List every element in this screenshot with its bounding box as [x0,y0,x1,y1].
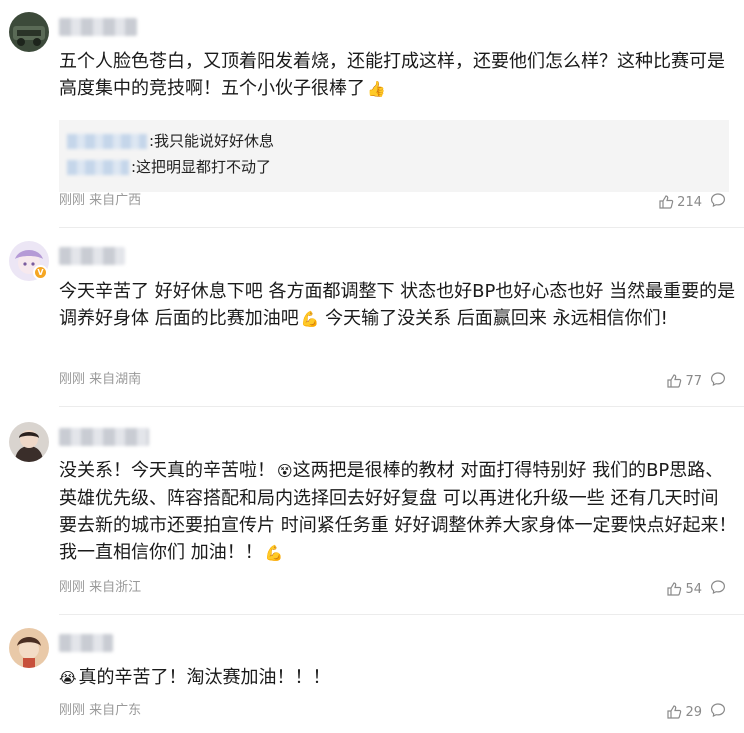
thumbs-up-icon [667,705,682,719]
like-count: 77 [685,373,702,389]
comment-text: 今天辛苦了 好好休息下吧 各方面都调整下 状态也好BP也好心态也好 当然最重要的… [59,281,736,329]
like-button[interactable]: 214 [658,194,702,210]
reply-text: :我只能说好好休息 [149,132,275,150]
thumbs-up-icon [659,195,674,209]
comment-feed: 五个人脸色苍白，又顶着阳发着烧，还能打成这样，还要他们怎么样？这种比赛可是高度集… [0,0,744,733]
username[interactable] [59,18,137,36]
comment-bubble-icon[interactable] [710,371,726,391]
comment-bubble-icon[interactable] [710,192,726,212]
reply-username[interactable] [67,133,147,149]
like-count: 214 [677,194,702,210]
comment-meta: 刚刚 来自广西 [59,193,141,209]
comment-meta: 刚刚 来自广东 [59,703,141,719]
reply-line[interactable]: :这把明显都打不动了 [67,155,271,179]
comment-bubble-icon[interactable] [710,702,726,722]
crying-face-emoji: 😭 [59,669,77,687]
comment-text: 五个人脸色苍白，又顶着阳发着烧，还能打成这样，还要他们怎么样？这种比赛可是高度集… [59,51,725,99]
comment-location: 来自浙江 [89,580,142,595]
thumbs-up-icon [667,374,682,388]
comment-actions: 54 [666,579,726,599]
comment-location: 来自广西 [89,193,142,208]
avatar[interactable] [9,628,49,668]
username[interactable] [59,428,149,446]
reply-username[interactable] [67,159,129,175]
comment-actions: 29 [666,702,726,722]
reply-line[interactable]: :我只能说好好休息 [67,129,274,153]
thumbs-up-emoji: 👍 [367,80,386,98]
comment-time: 刚刚 [59,372,86,387]
divider [59,614,744,615]
divider [59,227,744,228]
comment-meta: 刚刚 来自湖南 [59,372,141,388]
like-button[interactable]: 54 [666,581,702,597]
avatar[interactable] [9,12,49,52]
comment-text: 😭 真的辛苦了！淘汰赛加油！！！ [59,667,331,688]
like-button[interactable]: 29 [666,704,702,720]
flexed-biceps-emoji: 💪 [264,544,284,562]
comment-meta: 刚刚 来自浙江 [59,580,141,596]
like-count: 29 [685,704,702,720]
username[interactable] [59,247,125,265]
comment-time: 刚刚 [59,703,86,718]
reply-preview[interactable]: :我只能说好好休息 :这把明显都打不动了 [59,120,729,192]
comment-location: 来自湖南 [89,372,142,387]
flexed-biceps-emoji: 💪 [300,310,320,328]
comment-time: 刚刚 [59,580,86,595]
avatar[interactable] [9,422,49,462]
comment-time: 刚刚 [59,193,86,208]
like-count: 54 [685,581,702,597]
username[interactable] [59,634,113,652]
verified-badge-icon: V [33,265,48,280]
comment-bubble-icon[interactable] [710,579,726,599]
comment-text: 没关系！今天真的辛苦啦！ 😵这两把是很棒的教材 对面打得特别好 我们的BP思路、英… [59,460,737,563]
comment-actions: 214 [658,192,726,212]
comment-location: 来自广东 [89,703,142,718]
comment-actions: 77 [666,371,726,391]
reply-text: :这把明显都打不动了 [131,158,272,176]
divider [59,406,744,407]
like-button[interactable]: 77 [666,373,702,389]
thumbs-up-icon [667,582,682,596]
dizzy-face-emoji: 😵 [277,462,293,480]
